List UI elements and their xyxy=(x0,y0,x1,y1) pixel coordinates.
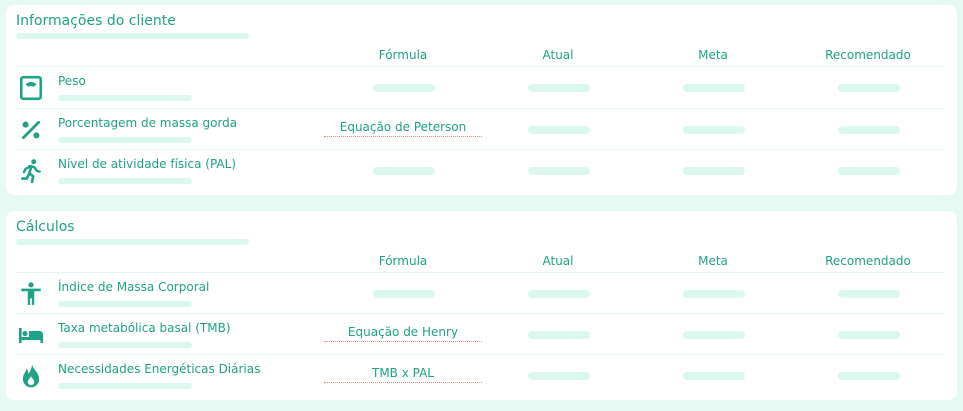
table-row-body-fat[interactable]: Porcentagem de massa gorda Equação de Pe… xyxy=(6,109,957,150)
column-header-current: Atual xyxy=(542,48,574,62)
table-row-bmi[interactable]: Índice de Massa Corporal xyxy=(6,273,957,314)
recommended-value-placeholder xyxy=(838,372,900,380)
recommended-value-placeholder xyxy=(838,331,900,339)
column-header-formula: Fórmula xyxy=(378,48,428,62)
goal-value-placeholder xyxy=(683,331,745,339)
column-header-goal: Meta xyxy=(698,48,728,62)
bed-icon xyxy=(18,322,44,348)
row-subtext-placeholder xyxy=(58,95,192,101)
formula-value-placeholder xyxy=(373,84,435,92)
section-subtitle-placeholder xyxy=(16,239,249,245)
current-value-placeholder xyxy=(528,331,590,339)
section-subtitle-placeholder xyxy=(16,33,249,39)
table-row-activity-level[interactable]: Nível de atividade física (PAL) xyxy=(6,150,957,191)
goal-value-placeholder xyxy=(683,372,745,380)
goal-value-placeholder[interactable] xyxy=(683,84,745,92)
current-value-placeholder xyxy=(528,290,590,298)
current-value-placeholder xyxy=(528,372,590,380)
column-header-formula: Fórmula xyxy=(378,254,428,268)
percent-icon xyxy=(18,117,44,143)
scale-icon xyxy=(18,75,44,101)
row-label: Peso xyxy=(58,74,86,88)
section-title: Informações do cliente xyxy=(16,13,176,29)
row-label: Taxa metabólica basal (TMB) xyxy=(58,321,231,335)
formula-value-placeholder xyxy=(373,290,435,298)
column-header-goal: Meta xyxy=(698,254,728,268)
calculations-card: Cálculos Fórmula Atual Meta Recomendado … xyxy=(6,211,957,400)
row-label: Índice de Massa Corporal xyxy=(58,280,210,294)
table-row-bmr[interactable]: Taxa metabólica basal (TMB) Equação de H… xyxy=(6,314,957,355)
formula-value: TMB x PAL xyxy=(324,366,482,383)
row-label: Necessidades Energéticas Diárias xyxy=(58,362,261,376)
row-label: Porcentagem de massa gorda xyxy=(58,116,238,130)
row-label: Nível de atividade física (PAL) xyxy=(58,157,237,171)
section-title: Cálculos xyxy=(16,219,75,235)
row-subtext-placeholder xyxy=(58,137,192,143)
formula-select[interactable]: Equação de Peterson xyxy=(324,120,482,137)
row-subtext-placeholder xyxy=(58,301,192,307)
current-value-placeholder[interactable] xyxy=(528,84,590,92)
current-value-placeholder[interactable] xyxy=(528,167,590,175)
column-header-recommended: Recomendado xyxy=(825,48,911,62)
recommended-value-placeholder xyxy=(838,167,900,175)
recommended-value-placeholder xyxy=(838,290,900,298)
table-row-energy-needs[interactable]: Necessidades Energéticas Diárias TMB x P… xyxy=(6,355,957,396)
current-value-placeholder[interactable] xyxy=(528,126,590,134)
goal-value-placeholder xyxy=(683,290,745,298)
column-header-recommended: Recomendado xyxy=(825,254,911,268)
recommended-value-placeholder xyxy=(838,126,900,134)
formula-value-placeholder xyxy=(373,167,435,175)
person-body-icon xyxy=(18,281,44,307)
row-subtext-placeholder xyxy=(58,383,192,389)
row-subtext-placeholder xyxy=(58,178,192,184)
running-person-icon xyxy=(18,158,44,184)
formula-select[interactable]: Equação de Henry xyxy=(324,325,482,342)
column-header-current: Atual xyxy=(542,254,574,268)
row-subtext-placeholder xyxy=(58,342,192,348)
goal-value-placeholder[interactable] xyxy=(683,167,745,175)
table-row-weight[interactable]: Peso xyxy=(6,67,957,108)
flame-icon xyxy=(18,363,44,389)
client-info-card: Informações do cliente Fórmula Atual Met… xyxy=(6,5,957,195)
goal-value-placeholder[interactable] xyxy=(683,126,745,134)
recommended-value-placeholder xyxy=(838,84,900,92)
